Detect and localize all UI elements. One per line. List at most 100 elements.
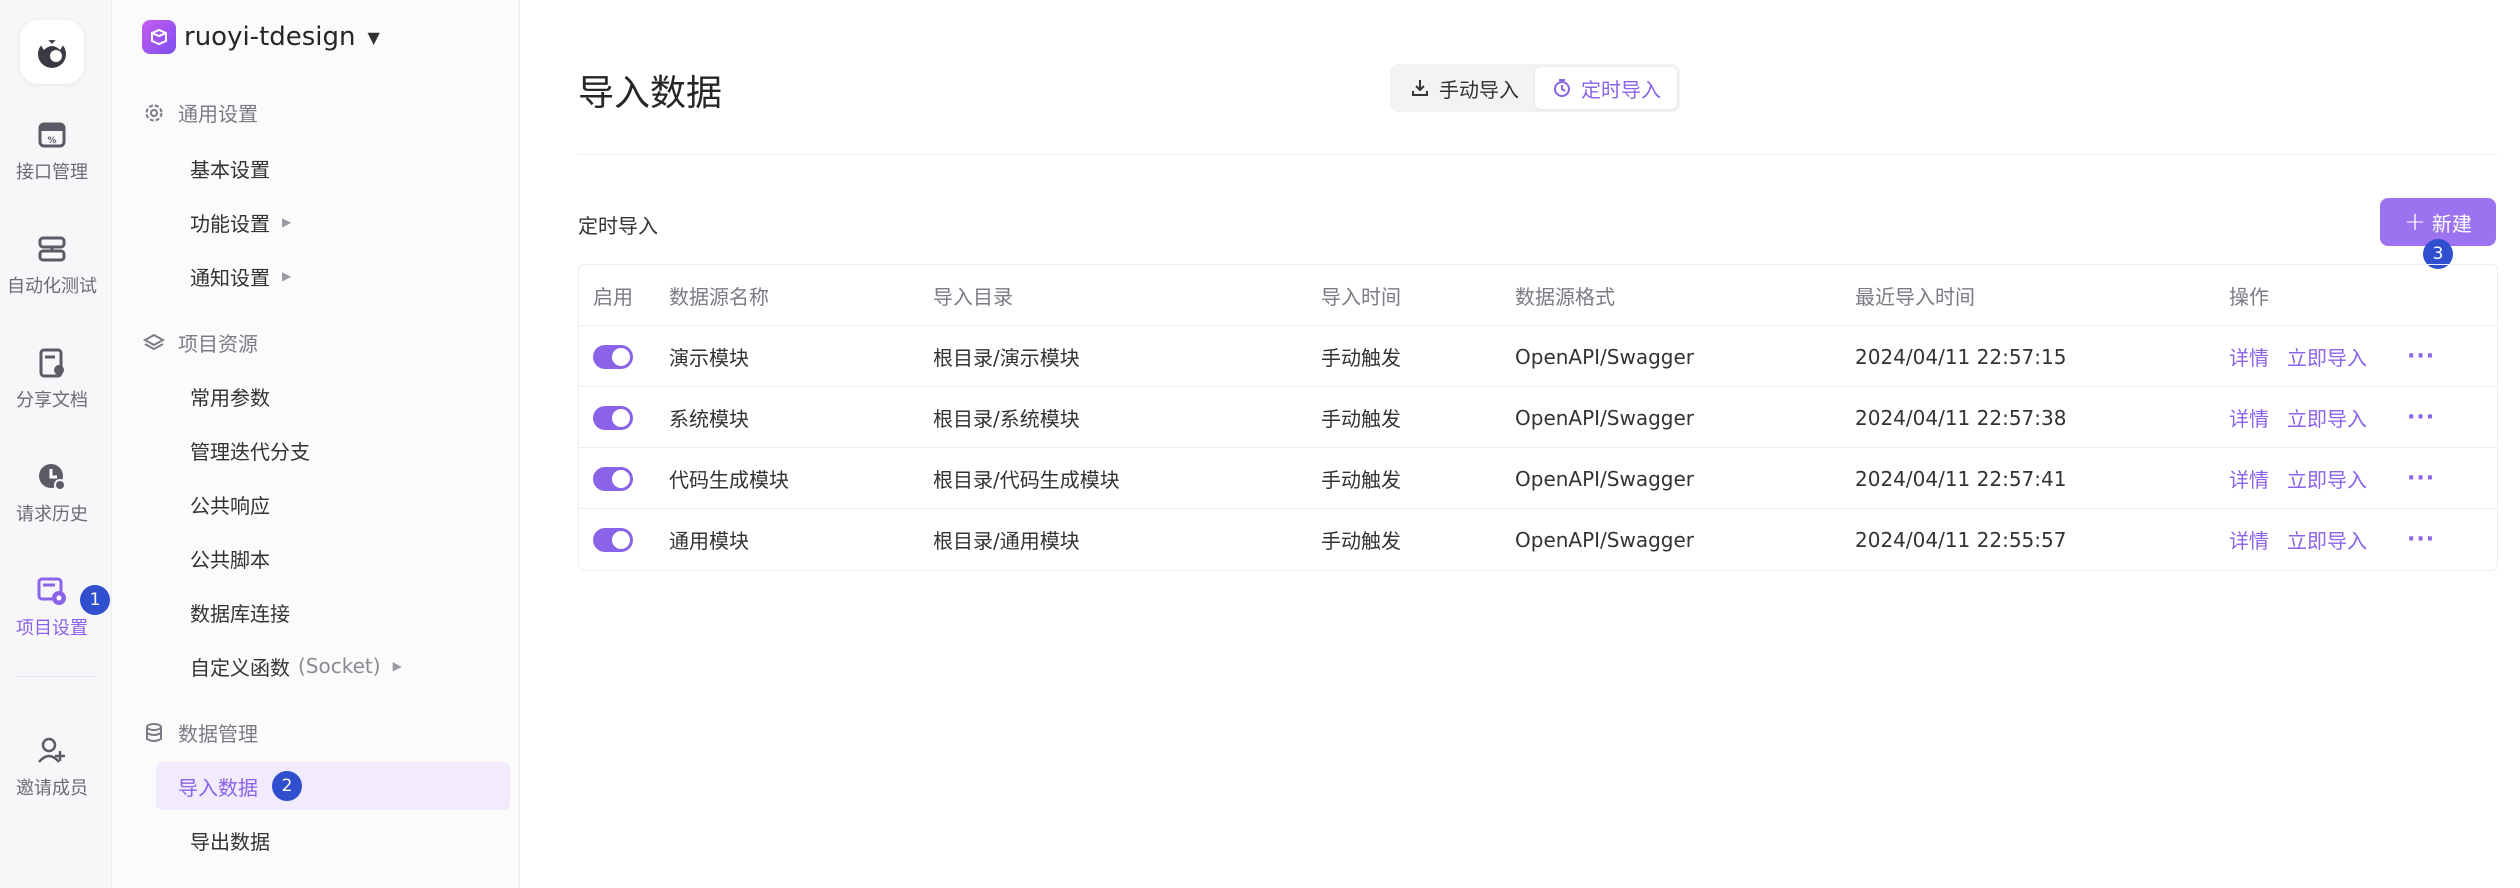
source-name: 演示模块 xyxy=(669,346,749,370)
nav-common-scripts[interactable]: 公共脚本 xyxy=(178,534,508,582)
nav-common-response[interactable]: 公共响应 xyxy=(178,480,508,528)
add-user-icon xyxy=(38,737,65,763)
gear-icon xyxy=(145,104,163,121)
rail-item-automation[interactable]: 自动化测试 xyxy=(0,232,104,298)
rail-item-api[interactable]: % 接口管理 xyxy=(0,118,104,184)
rail-label: 请求历史 xyxy=(16,504,88,525)
nav-label: 数据库连接 xyxy=(190,601,290,626)
enable-toggle[interactable] xyxy=(593,405,633,430)
import-dir: 根目录/通用模块 xyxy=(933,529,1080,553)
project-switcher[interactable]: ruoyi-tdesign ▼ xyxy=(142,20,380,54)
import-now-link[interactable]: 立即导入 xyxy=(2287,342,2367,371)
caret-down-icon: ▼ xyxy=(367,27,380,47)
layers-icon xyxy=(142,333,166,350)
project-sidebar: ruoyi-tdesign ▼ 通用设置 基本设置 功能设置 ▶ 通知设置 ▶ 项目… xyxy=(112,0,520,888)
tab-label: 定时导入 xyxy=(1581,77,1661,102)
nav-common-params[interactable]: 常用参数 xyxy=(178,372,508,420)
enable-toggle[interactable] xyxy=(593,466,633,491)
main-content: 导入数据 手动导入 定时导入 定时导入 + 新建 3 启用 数据源名称 导入目录… xyxy=(520,0,2520,888)
import-now-link[interactable]: 立即导入 xyxy=(2287,525,2367,554)
enable-cell xyxy=(593,448,633,509)
row-actions: 详情 立即导入 ··· xyxy=(2229,448,2435,509)
expand-arrow-icon: ▶ xyxy=(282,269,292,283)
source-format: OpenAPI/Swagger xyxy=(1515,527,1695,552)
source-format: OpenAPI/Swagger xyxy=(1515,466,1695,491)
enable-toggle[interactable] xyxy=(593,344,633,369)
automation-icon xyxy=(38,236,66,262)
download-icon xyxy=(1412,80,1428,96)
share-doc-icon xyxy=(39,348,64,378)
group-data-management: 数据管理 xyxy=(142,718,258,747)
nav-db-connection[interactable]: 数据库连接 xyxy=(178,588,508,636)
bird-logo-icon xyxy=(38,40,66,68)
nav-custom-functions[interactable]: 自定义函数 (Socket) ▶ xyxy=(178,642,508,690)
expand-arrow-icon: ▶ xyxy=(282,215,292,229)
rail-label: 项目设置 xyxy=(16,618,88,639)
more-icon[interactable]: ··· xyxy=(2407,344,2435,369)
project-settings-icon xyxy=(37,577,66,605)
page-title: 导入数据 xyxy=(578,73,723,114)
detail-link[interactable]: 详情 xyxy=(2229,342,2269,371)
group-label: 通用设置 xyxy=(178,102,258,126)
nav-basic-settings[interactable]: 基本设置 xyxy=(178,144,508,192)
api-icon: % xyxy=(38,122,66,148)
column-header: 操作 xyxy=(2229,285,2269,309)
rail-label: 接口管理 xyxy=(16,162,88,183)
enable-cell xyxy=(593,326,633,387)
nav-label: 常用参数 xyxy=(190,385,270,410)
import-time: 手动触发 xyxy=(1321,407,1401,431)
rail-item-share-doc[interactable]: 分享文档 xyxy=(0,346,104,412)
nav-sub-label: (Socket) xyxy=(298,654,381,678)
group-label: 项目资源 xyxy=(178,332,258,356)
nav-branches[interactable]: 管理迭代分支 xyxy=(178,426,508,474)
nav-label: 管理迭代分支 xyxy=(190,439,310,464)
enable-cell xyxy=(593,387,633,448)
detail-link[interactable]: 详情 xyxy=(2229,464,2269,493)
enable-toggle[interactable] xyxy=(593,527,633,552)
more-icon[interactable]: ··· xyxy=(2407,405,2435,430)
scheduled-import-table: 启用 数据源名称 导入目录 导入时间 数据源格式 最近导入时间 操作 演示模块 … xyxy=(578,264,2498,571)
column-header: 启用 xyxy=(593,285,633,309)
detail-link[interactable]: 详情 xyxy=(2229,525,2269,554)
source-name: 代码生成模块 xyxy=(669,468,789,492)
import-now-link[interactable]: 立即导入 xyxy=(2287,403,2367,432)
rail-label: 自动化测试 xyxy=(7,276,97,297)
table-row: 通用模块 根目录/通用模块 手动触发 OpenAPI/Swagger 2024/… xyxy=(579,509,2497,570)
step-badge-2: 2 xyxy=(272,771,302,801)
table-row: 代码生成模块 根目录/代码生成模块 手动触发 OpenAPI/Swagger 2… xyxy=(579,448,2497,509)
nav-export-data[interactable]: 导出数据 xyxy=(178,816,508,864)
import-now-link[interactable]: 立即导入 xyxy=(2287,464,2367,493)
enable-cell xyxy=(593,509,633,570)
source-name: 通用模块 xyxy=(669,529,749,553)
last-import-time: 2024/04/11 22:57:15 xyxy=(1855,344,2067,369)
expand-arrow-icon: ▶ xyxy=(392,659,402,673)
import-dir: 根目录/演示模块 xyxy=(933,346,1080,370)
import-time: 手动触发 xyxy=(1321,529,1401,553)
nav-label: 导入数据 xyxy=(178,775,258,800)
column-header: 数据源名称 xyxy=(669,285,769,309)
tab-scheduled-import[interactable]: 定时导入 xyxy=(1535,67,1677,109)
more-icon[interactable]: ··· xyxy=(2407,466,2435,491)
more-icon[interactable]: ··· xyxy=(2407,527,2435,552)
nav-label: 基本设置 xyxy=(190,157,270,182)
rail-label: 分享文档 xyxy=(16,390,88,411)
nav-notify-settings[interactable]: 通知设置 ▶ xyxy=(178,252,508,300)
rail-item-invite[interactable]: 邀请成员 xyxy=(0,734,104,800)
source-format: OpenAPI/Swagger xyxy=(1515,405,1695,430)
source-format: OpenAPI/Swagger xyxy=(1515,344,1695,369)
group-label: 数据管理 xyxy=(178,722,258,746)
step-badge-1: 1 xyxy=(80,585,110,615)
column-header: 导入时间 xyxy=(1321,285,1401,309)
detail-link[interactable]: 详情 xyxy=(2229,403,2269,432)
rail-item-history[interactable]: 请求历史 xyxy=(0,460,104,526)
nav-feature-settings[interactable]: 功能设置 ▶ xyxy=(178,198,508,246)
nav-import-data[interactable]: 导入数据 xyxy=(156,762,510,810)
group-general-settings: 通用设置 xyxy=(142,98,258,127)
group-project-resources: 项目资源 xyxy=(142,328,258,357)
nav-label: 公共脚本 xyxy=(190,547,270,572)
timer-icon xyxy=(1554,79,1570,97)
tab-manual-import[interactable]: 手动导入 xyxy=(1393,67,1535,109)
app-logo[interactable] xyxy=(20,20,84,84)
import-dir: 根目录/代码生成模块 xyxy=(933,468,1120,492)
tab-label: 手动导入 xyxy=(1439,77,1519,102)
